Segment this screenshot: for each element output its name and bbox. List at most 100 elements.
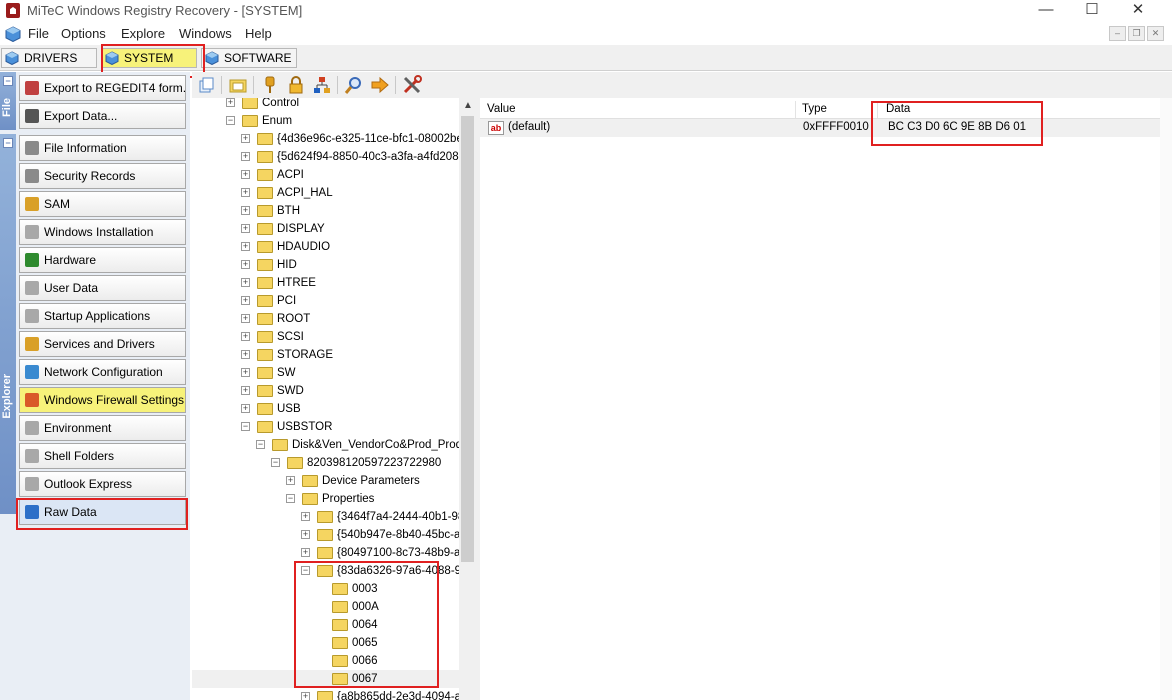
mdi-close-button[interactable]: ✕ — [1147, 26, 1164, 41]
sidebar-item-outlook-express[interactable]: Outlook Express — [19, 471, 186, 497]
expand-toggle-icon[interactable]: + — [241, 260, 250, 269]
sidebar-item-shell-folders[interactable]: Shell Folders — [19, 443, 186, 469]
expand-toggle-icon[interactable]: + — [241, 296, 250, 305]
explorer-section-toggle[interactable]: − — [3, 138, 13, 148]
tree-node[interactable]: + STORAGE — [192, 346, 476, 364]
tree-node[interactable]: + SW — [192, 364, 476, 382]
sidebar-item-environment[interactable]: Environment — [19, 415, 186, 441]
expand-toggle-icon[interactable]: + — [241, 278, 250, 287]
tree-node[interactable]: + ROOT — [192, 310, 476, 328]
filter-icon[interactable] — [260, 75, 280, 95]
explorer-section-strip[interactable]: − Explorer — [0, 134, 16, 514]
mdi-minimize-button[interactable]: – — [1109, 26, 1126, 41]
tree-node[interactable]: + Control — [192, 98, 476, 112]
sidebar-item-hardware[interactable]: Hardware — [19, 247, 186, 273]
scroll-up-arrow[interactable]: ▲ — [463, 100, 473, 111]
sidebar-item-services-and-drivers[interactable]: Services and Drivers — [19, 331, 186, 357]
tools-icon[interactable] — [402, 75, 422, 95]
maximize-button[interactable]: ☐ — [1069, 0, 1115, 22]
collapse-toggle-icon[interactable]: − — [226, 116, 235, 125]
tree-node[interactable]: + {a8b865dd-2e3d-4094-ad97-e593a70c75d6} — [192, 688, 476, 700]
tree-node[interactable]: + {4d36e96c-e325-11ce-bfc1-08002be10318} — [192, 130, 476, 148]
menu-help[interactable]: Help — [245, 26, 272, 41]
expand-toggle-icon[interactable]: + — [241, 350, 250, 359]
tree-node[interactable]: − USBSTOR — [192, 418, 476, 436]
tree-scrollbar-thumb[interactable] — [461, 116, 474, 562]
tab-software[interactable]: SOFTWARE — [201, 48, 297, 68]
file-section-strip[interactable]: − File — [0, 72, 16, 130]
expand-toggle-icon[interactable]: + — [241, 134, 250, 143]
tree-node[interactable]: 000A — [192, 598, 476, 616]
table-row[interactable]: ab (default) 0xFFFF0010 BC C3 D0 6C 9E 8… — [480, 119, 1160, 137]
expand-toggle-icon[interactable]: + — [241, 404, 250, 413]
file-section-toggle[interactable]: − — [3, 76, 13, 86]
tree-node[interactable]: 0067 — [192, 670, 476, 688]
sidebar-item-windows-firewall-settings[interactable]: Windows Firewall Settings — [19, 387, 186, 413]
column-divider[interactable] — [877, 101, 878, 118]
expand-toggle-icon[interactable]: + — [241, 188, 250, 197]
expand-toggle-icon[interactable]: + — [286, 476, 295, 485]
menu-explore[interactable]: Explore — [121, 26, 165, 41]
tree-node[interactable]: + DISPLAY — [192, 220, 476, 238]
sidebar-item-security-records[interactable]: Security Records — [19, 163, 186, 189]
tree-node[interactable]: 0003 — [192, 580, 476, 598]
collapse-toggle-icon[interactable]: − — [301, 566, 310, 575]
tree-node[interactable]: + Device Parameters — [192, 472, 476, 490]
tree-node[interactable]: 0065 — [192, 634, 476, 652]
expand-toggle-icon[interactable]: + — [241, 368, 250, 377]
sidebar-item-windows-installation[interactable]: Windows Installation — [19, 219, 186, 245]
mdi-restore-button[interactable]: ❐ — [1128, 26, 1145, 41]
tree-node[interactable]: 0066 — [192, 652, 476, 670]
tree-node[interactable]: + HID — [192, 256, 476, 274]
sidebar-item-network-configuration[interactable]: Network Configuration — [19, 359, 186, 385]
tree-node[interactable]: + ACPI_HAL — [192, 184, 476, 202]
tree-node[interactable]: − 820398120597223722980 — [192, 454, 476, 472]
tree-node[interactable]: + HTREE — [192, 274, 476, 292]
sidebar-item-file-information[interactable]: File Information — [19, 135, 186, 161]
export-regedit4-button[interactable]: Export to REGEDIT4 form... — [19, 75, 186, 101]
tree-node[interactable]: + {3464f7a4-2444-40b1-980a-e0903cb6d912} — [192, 508, 476, 526]
tree-node[interactable]: + PCI — [192, 292, 476, 310]
tree-node[interactable]: + SWD — [192, 382, 476, 400]
tree-node[interactable]: + {5d624f94-8850-40c3-a3fa-a4fd2080baf3} — [192, 148, 476, 166]
tree-node[interactable]: + SCSI — [192, 328, 476, 346]
column-divider[interactable] — [795, 101, 796, 118]
minimize-button[interactable]: — — [1023, 0, 1069, 22]
tree-node[interactable]: 0064 — [192, 616, 476, 634]
tree-structure-icon[interactable] — [312, 75, 332, 95]
column-header-type[interactable]: Type — [802, 103, 827, 115]
tree-node[interactable]: − Disk&Ven_VendorCo&Prod_ProductCode&Rev_… — [192, 436, 476, 454]
column-header-value[interactable]: Value — [487, 103, 516, 115]
sidebar-item-user-data[interactable]: User Data — [19, 275, 186, 301]
menu-windows[interactable]: Windows — [179, 26, 232, 41]
tree-node[interactable]: + BTH — [192, 202, 476, 220]
arrow-right-icon[interactable] — [370, 75, 390, 95]
expand-toggle-icon[interactable]: + — [241, 386, 250, 395]
expand-toggle-icon[interactable]: + — [241, 206, 250, 215]
registry-tree[interactable]: + Control − Enum + {4d36e96c-e325-11ce-bfc1-0… — [192, 98, 476, 700]
column-header-data[interactable]: Data — [886, 103, 910, 115]
tree-node[interactable]: + {80497100-8c73-48b9-aad9-ce387e19c56e} — [192, 544, 476, 562]
sidebar-item-startup-applications[interactable]: Startup Applications — [19, 303, 186, 329]
expand-toggle-icon[interactable]: + — [301, 530, 310, 539]
expand-toggle-icon[interactable]: + — [241, 170, 250, 179]
sidebar-item-sam[interactable]: SAM — [19, 191, 186, 217]
tab-system[interactable]: SYSTEM — [101, 48, 197, 68]
expand-toggle-icon[interactable]: + — [241, 332, 250, 341]
expand-toggle-icon[interactable]: + — [301, 512, 310, 521]
search-icon[interactable] — [344, 75, 364, 95]
tree-node[interactable]: + USB — [192, 400, 476, 418]
expand-toggle-icon[interactable]: + — [226, 98, 235, 107]
tree-node[interactable]: + {540b947e-8b40-45bc-a8a2-6a0b894cbda2} — [192, 526, 476, 544]
tree-node[interactable]: − Enum — [192, 112, 476, 130]
collapse-toggle-icon[interactable]: − — [286, 494, 295, 503]
folder-open-icon[interactable] — [228, 75, 248, 95]
lock-icon[interactable] — [286, 75, 306, 95]
expand-toggle-icon[interactable]: + — [241, 242, 250, 251]
sidebar-item-raw-data[interactable]: Raw Data — [19, 499, 186, 525]
tree-scrollbar[interactable]: ▲ — [459, 98, 476, 700]
collapse-toggle-icon[interactable]: − — [241, 422, 250, 431]
expand-toggle-icon[interactable]: + — [241, 152, 250, 161]
expand-toggle-icon[interactable]: + — [301, 692, 310, 700]
close-button[interactable]: ✕ — [1115, 0, 1161, 22]
